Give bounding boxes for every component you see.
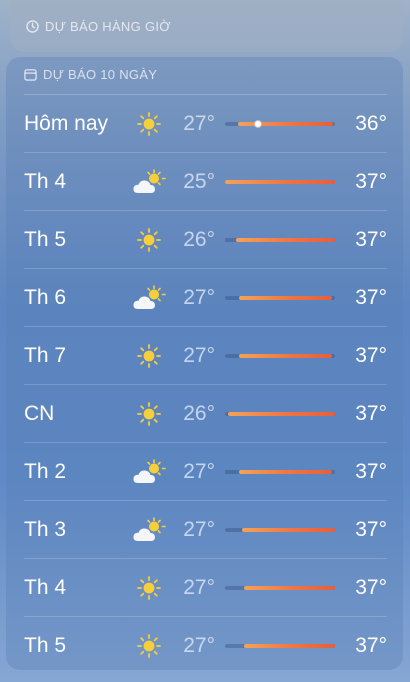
- temp-range-bar: [225, 643, 335, 648]
- high-temp: 37°: [355, 285, 387, 309]
- sun-icon: [129, 341, 169, 371]
- temp-range-bar: [225, 527, 335, 532]
- hourly-forecast-title: DỰ BÁO HÀNG GIỜ: [45, 18, 171, 34]
- low-temp: 27°: [183, 575, 215, 599]
- low-temp: 25°: [183, 169, 215, 193]
- hourly-forecast-header: DỰ BÁO HÀNG GIỜ: [26, 19, 171, 34]
- temp-range-fill: [228, 411, 335, 416]
- day-label: Th 3: [24, 517, 67, 541]
- sun-icon: [129, 225, 169, 255]
- forecast-row[interactable]: CN 26° 37°: [24, 385, 387, 443]
- high-temp: 36°: [355, 111, 387, 135]
- ten-day-forecast-title: DỰ BÁO 10 NGÀY: [43, 67, 158, 82]
- low-temp: 26°: [183, 227, 215, 251]
- day-label: Th 7: [24, 343, 67, 367]
- temp-range-fill: [225, 179, 335, 184]
- temp-range-fill: [238, 121, 333, 126]
- temp-range-fill: [239, 353, 332, 358]
- low-temp: 27°: [183, 517, 215, 541]
- partly-cloudy-icon: [129, 515, 169, 545]
- temp-range-fill: [243, 585, 335, 590]
- forecast-row[interactable]: Th 4 27° 37°: [24, 559, 387, 617]
- high-temp: 37°: [355, 517, 387, 541]
- low-temp: 26°: [183, 401, 215, 425]
- ten-day-forecast-header: DỰ BÁO 10 NGÀY: [24, 67, 387, 95]
- hourly-forecast-card[interactable]: DỰ BÁO HÀNG GIỜ: [10, 0, 403, 52]
- high-temp: 37°: [355, 343, 387, 367]
- high-temp: 37°: [355, 401, 387, 425]
- temp-range-bar: [225, 237, 335, 242]
- temp-range-bar: [225, 119, 335, 128]
- high-temp: 37°: [355, 575, 387, 599]
- sun-icon: [129, 399, 169, 429]
- ten-day-forecast-card[interactable]: DỰ BÁO 10 NGÀY Hôm nay 27° 36° Th 4 25° 37° Th…: [6, 57, 403, 670]
- current-temp-dot: [254, 119, 262, 128]
- forecast-row[interactable]: Th 3 27° 37°: [24, 501, 387, 559]
- temp-range-bar: [225, 469, 335, 474]
- low-temp: 27°: [183, 343, 215, 367]
- day-label: Th 4: [24, 169, 67, 193]
- temp-range-fill: [243, 643, 335, 648]
- day-label: Th 2: [24, 459, 67, 483]
- forecast-row[interactable]: Th 7 27° 37°: [24, 327, 387, 385]
- sun-icon: [129, 573, 169, 603]
- partly-cloudy-icon: [129, 283, 169, 313]
- temp-range-bar: [225, 179, 335, 184]
- forecast-row[interactable]: Th 2 27° 37°: [24, 443, 387, 501]
- high-temp: 37°: [355, 633, 387, 657]
- high-temp: 37°: [355, 459, 387, 483]
- forecast-row[interactable]: Hôm nay 27° 36°: [24, 95, 387, 153]
- low-temp: 27°: [183, 459, 215, 483]
- temp-range-fill: [241, 527, 335, 532]
- high-temp: 37°: [355, 169, 387, 193]
- forecast-row[interactable]: Th 6 27° 37°: [24, 269, 387, 327]
- forecast-list: Hôm nay 27° 36° Th 4 25° 37° Th 5 26° 37° Th 6 27°…: [24, 95, 387, 674]
- partly-cloudy-icon: [129, 457, 169, 487]
- day-label: Th 4: [24, 575, 67, 599]
- temp-range-fill: [239, 295, 332, 300]
- day-label: CN: [24, 401, 55, 425]
- calendar-icon: [24, 68, 37, 81]
- low-temp: 27°: [183, 633, 215, 657]
- temp-range-bar: [225, 411, 335, 416]
- partly-cloudy-icon: [129, 167, 169, 197]
- temp-range-bar: [225, 353, 335, 358]
- day-label: Th 6: [24, 285, 67, 309]
- forecast-row[interactable]: Th 4 25° 37°: [24, 153, 387, 211]
- temp-range-bar: [225, 295, 335, 300]
- temp-range-fill: [236, 237, 335, 242]
- day-label: Hôm nay: [24, 111, 109, 135]
- day-label: Th 5: [24, 633, 67, 657]
- low-temp: 27°: [183, 111, 215, 135]
- temp-range-fill: [239, 469, 332, 474]
- sun-icon: [129, 109, 169, 139]
- forecast-row[interactable]: Th 5 26° 37°: [24, 211, 387, 269]
- temp-range-bar: [225, 585, 335, 590]
- low-temp: 27°: [183, 285, 215, 309]
- day-label: Th 5: [24, 227, 67, 251]
- clock-icon: [26, 19, 39, 33]
- high-temp: 37°: [355, 227, 387, 251]
- sun-icon: [129, 631, 169, 661]
- forecast-row[interactable]: Th 5 27° 37°: [24, 617, 387, 674]
